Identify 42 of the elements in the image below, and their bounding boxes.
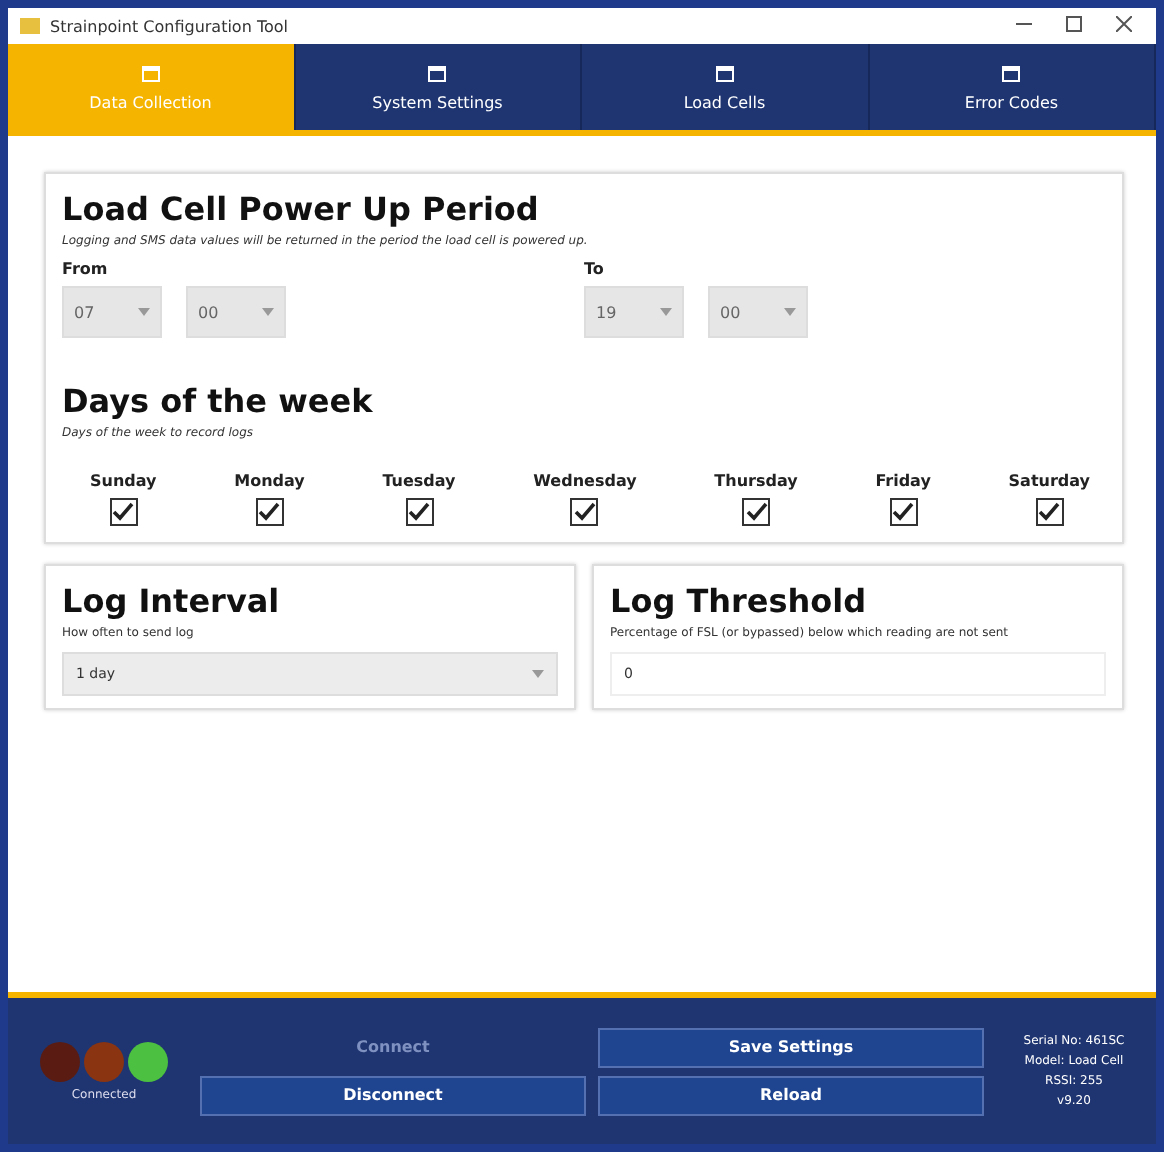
section-title: Log Interval: [62, 582, 282, 620]
section-title: Log Threshold: [610, 582, 869, 620]
day-label: Friday: [875, 472, 931, 490]
day-label: Monday: [234, 472, 305, 490]
day-label: Thursday: [714, 472, 798, 490]
minute-spinner[interactable]: 00: [708, 286, 808, 338]
day-label: Wednesday: [533, 472, 637, 490]
calendar-icon: [1002, 63, 1021, 81]
caret-icon: [138, 308, 150, 316]
caret-icon: [784, 308, 796, 316]
caret-icon: [532, 670, 544, 678]
close-icon[interactable]: [1116, 15, 1132, 31]
footer-button[interactable]: Disconnect: [200, 1075, 586, 1115]
day-checkbox[interactable]: [109, 498, 138, 526]
minute-spinner[interactable]: 00: [186, 286, 286, 338]
hour-spinner[interactable]: 19: [584, 286, 684, 338]
day-label: Tuesday: [382, 472, 456, 490]
tab[interactable]: System Settings: [295, 44, 582, 130]
day-checkbox[interactable]: [889, 498, 918, 526]
time-label: To: [584, 260, 606, 278]
caret-icon: [660, 308, 672, 316]
time-label: From: [62, 260, 110, 278]
hour-spinner[interactable]: 07: [62, 286, 162, 338]
section-title: Days of the week: [62, 382, 375, 420]
tab[interactable]: Error Codes: [869, 44, 1156, 130]
day-label: Sunday: [90, 472, 157, 490]
day-checkbox[interactable]: [570, 498, 599, 526]
day-checkbox[interactable]: [255, 498, 284, 526]
caret-icon: [262, 308, 274, 316]
day-label: Saturday: [1008, 472, 1090, 490]
maximize-icon[interactable]: [1066, 15, 1082, 31]
app-icon: [20, 18, 40, 34]
day-checkbox[interactable]: [742, 498, 770, 526]
section-title: Load Cell Power Up Period: [62, 190, 541, 228]
footer-button[interactable]: Save Settings: [598, 1027, 984, 1067]
day-checkbox[interactable]: [405, 498, 433, 526]
window-title: Strainpoint Configuration Tool: [50, 17, 290, 35]
calendar-icon: [428, 63, 447, 81]
footer-button[interactable]: Reload: [598, 1075, 984, 1115]
day-checkbox[interactable]: [1035, 498, 1064, 526]
calendar-icon: [715, 63, 734, 81]
calendar-icon: [141, 63, 160, 81]
